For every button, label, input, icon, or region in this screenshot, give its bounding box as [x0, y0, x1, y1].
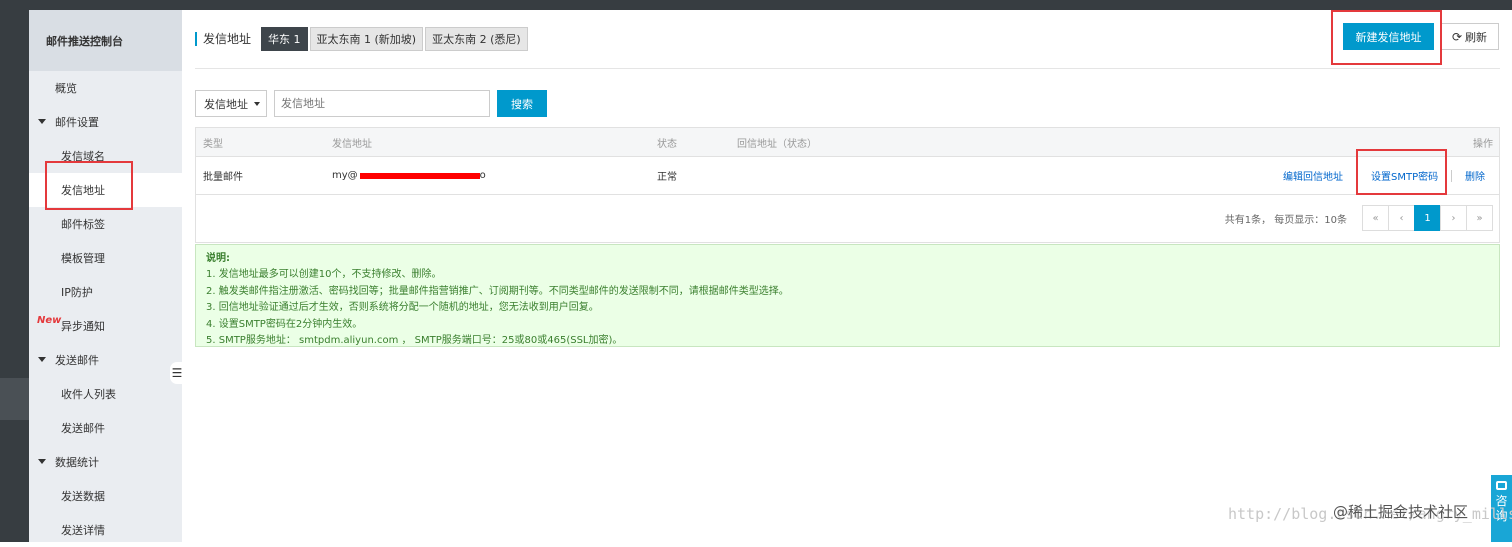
notice-line: 4. 设置SMTP密码在2分钟内生效。: [206, 318, 363, 330]
search-button[interactable]: 搜索: [497, 90, 547, 117]
table-row: 批量邮件 my@ o 正常 编辑回信地址 设置SMTP密码 删除: [196, 157, 1499, 195]
caret-down-icon: [38, 119, 46, 124]
notice-line: 2. 触发类邮件指注册激活、密码找回等；批量邮件指营销推广、订阅期刊等。不同类型…: [206, 285, 789, 297]
edit-reply-address-link[interactable]: 编辑回信地址: [1283, 157, 1343, 194]
search-field-select[interactable]: 发信地址: [195, 90, 267, 117]
column-header-actions: 操作: [1473, 138, 1493, 150]
notice-panel: 说明: 1. 发信地址最多可以创建10个，不支持修改、删除。 2. 触发类邮件指…: [195, 244, 1500, 347]
sidebar-item-label: 发送邮件: [61, 422, 105, 435]
sidebar-item-send-mail[interactable]: 发送邮件: [29, 411, 182, 445]
pagination-info: 共有1条， 每页显示：10条: [1224, 215, 1347, 226]
sidebar-item-label: 模板管理: [61, 252, 105, 265]
page-title: 发信地址: [203, 32, 252, 46]
sidebar-item-mail-tags[interactable]: 邮件标签: [29, 207, 182, 241]
tab-region-east-china-1[interactable]: 华东 1: [261, 26, 308, 51]
cell-address: my@ o: [332, 157, 486, 194]
sidebar-group-label: 发送邮件: [55, 354, 99, 367]
caret-down-icon: [38, 459, 46, 464]
chevron-down-icon: [254, 102, 260, 106]
notice-line: 1. 发信地址最多可以创建10个，不支持修改、删除。: [206, 269, 442, 281]
search-bar: 发信地址 搜索: [195, 90, 547, 117]
left-rail-highlight: [0, 378, 29, 420]
left-rail: [0, 10, 29, 542]
sidebar-item-send-data[interactable]: 发送数据: [29, 479, 182, 513]
first-page-button[interactable]: «: [1362, 205, 1389, 231]
address-text: my@: [332, 170, 358, 181]
column-header-type: 类型: [203, 138, 223, 150]
next-page-button[interactable]: ›: [1440, 205, 1467, 231]
sidebar-item-label: 异步通知: [61, 320, 105, 333]
tab-region-sydney[interactable]: 亚太东南 2 (悉尼): [425, 26, 528, 51]
sidebar-item-ip-protection[interactable]: IP防护: [29, 275, 182, 309]
sidebar-group-label: 邮件设置: [55, 116, 99, 129]
page-1-button[interactable]: 1: [1414, 205, 1441, 231]
last-page-button[interactable]: »: [1466, 205, 1493, 231]
search-input[interactable]: [274, 90, 490, 117]
sidebar: 邮件推送控制台 概览 邮件设置 发信域名 发信地址 邮件标签 模板管理 IP防护…: [29, 10, 182, 542]
sidebar-item-templates[interactable]: 模板管理: [29, 241, 182, 275]
main-content: 发信地址 华东 1 亚太东南 1 (新加坡) 亚太东南 2 (悉尼) 新建发信地…: [182, 10, 1512, 542]
sidebar-group-label: 数据统计: [55, 456, 99, 469]
sidebar-group-mail-settings[interactable]: 邮件设置: [29, 105, 182, 139]
column-header-address: 发信地址: [332, 138, 372, 150]
notice-title: 说明:: [206, 253, 230, 264]
highlight-box-sidebar: [45, 161, 133, 210]
sidebar-item-recipients[interactable]: 收件人列表: [29, 377, 182, 411]
pagination-row: 共有1条， 每页显示：10条 « ‹ 1 › »: [196, 195, 1499, 242]
prev-page-button[interactable]: ‹: [1388, 205, 1415, 231]
highlight-box-smtp-link: [1356, 149, 1447, 195]
sidebar-item-label: 收件人列表: [61, 388, 116, 401]
pagination: « ‹ 1 › »: [1362, 205, 1493, 231]
list-icon: ☰: [171, 366, 183, 380]
sidebar-item-label: 概览: [55, 82, 77, 95]
sidebar-item-label: 邮件标签: [61, 218, 105, 231]
refresh-icon: ⟳: [1451, 29, 1463, 44]
table-header: 类型 发信地址 状态 回信地址（状态） 操作: [196, 128, 1499, 157]
address-tail: o: [479, 170, 486, 181]
watermark-brand: @稀土掘金技术社区: [1333, 503, 1469, 521]
sidebar-group-stats[interactable]: 数据统计: [29, 445, 182, 479]
action-separator: [1451, 170, 1452, 182]
header-divider: [195, 68, 1500, 69]
tab-region-singapore[interactable]: 亚太东南 1 (新加坡): [309, 26, 424, 51]
chat-icon: [1496, 481, 1507, 490]
refresh-label: 刷新: [1465, 30, 1488, 44]
page-header: 发信地址 华东 1 亚太东南 1 (新加坡) 亚太东南 2 (悉尼): [195, 26, 530, 51]
redaction-mark: [359, 172, 480, 179]
sidebar-title: 邮件推送控制台: [29, 10, 182, 71]
sidebar-item-label: 发送数据: [61, 490, 105, 503]
refresh-button[interactable]: ⟳ 刷新: [1440, 23, 1499, 50]
cell-status: 正常: [657, 172, 677, 183]
sidebar-item-label: 发送详情: [61, 524, 105, 537]
sidebar-item-overview[interactable]: 概览: [29, 71, 182, 105]
highlight-box-new-button: [1331, 10, 1442, 65]
select-value: 发信地址: [204, 97, 248, 111]
notice-line: 3. 回信地址验证通过后才生效，否则系统将分配一个随机的地址，您无法收到用户回复…: [206, 302, 599, 314]
cell-type: 批量邮件: [203, 172, 243, 183]
watermark: http://blog.csdn.net/angry_mills @稀土掘金技术…: [1228, 503, 1512, 523]
delete-link[interactable]: 删除: [1465, 157, 1485, 194]
column-header-reply: 回信地址（状态）: [737, 138, 817, 150]
notice-line: 5. SMTP服务地址： smtpdm.aliyun.com ， SMTP服务端…: [206, 335, 623, 347]
column-header-status: 状态: [657, 138, 677, 150]
new-badge: New: [37, 315, 62, 326]
sidebar-item-label: IP防护: [61, 286, 93, 299]
top-bar: [0, 0, 1512, 10]
caret-down-icon: [38, 357, 46, 362]
sender-address-table: 类型 发信地址 状态 回信地址（状态） 操作 批量邮件 my@ o 正常 编辑回信…: [195, 127, 1500, 243]
sidebar-group-send[interactable]: 发送邮件: [29, 343, 182, 377]
sidebar-item-async-notify[interactable]: New 异步通知: [29, 309, 182, 343]
title-accent-bar: [195, 31, 197, 46]
